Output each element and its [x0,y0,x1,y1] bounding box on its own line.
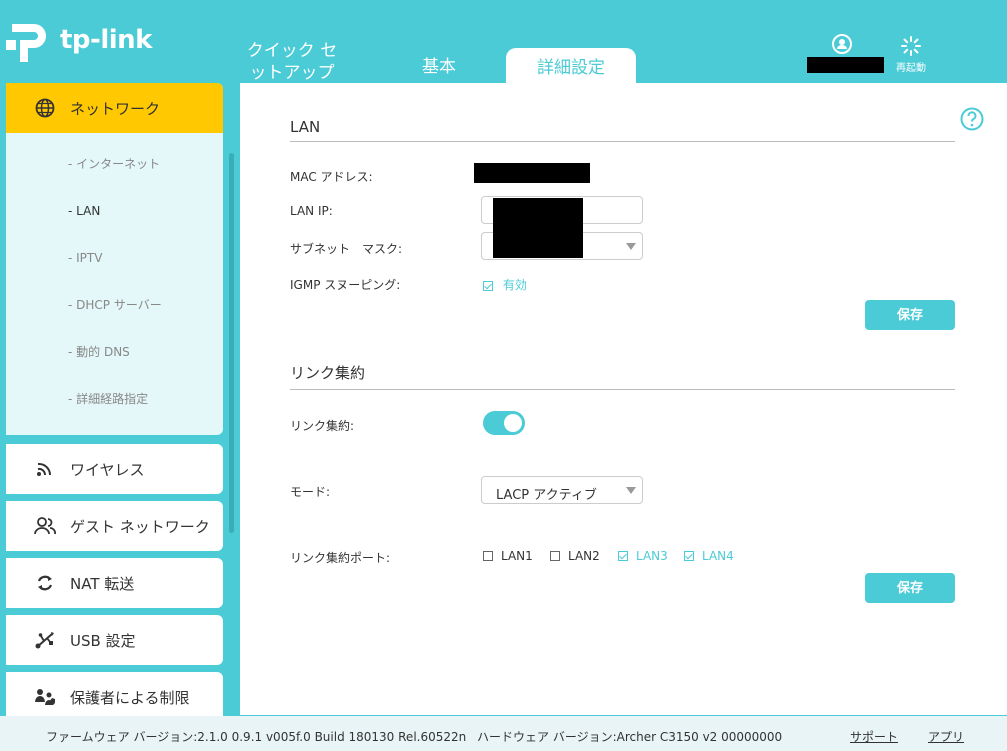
wifi-icon [30,461,60,477]
chevron-down-icon [626,243,636,250]
sidebar-subitem-dhcp[interactable]: - DHCP サーバー [6,282,223,329]
mac-address-value-redacted [474,163,590,183]
subnet-mask-label: サブネット マスク: [290,242,403,256]
tab-basic[interactable]: 基本 [384,41,494,84]
sidebar-wireless-label: ワイヤレス [70,460,145,479]
link-agg-section-title: リンク集約 [290,364,366,382]
port-lan2-label: LAN2 [568,549,600,563]
chevron-down-icon [626,487,636,494]
link-agg-save-button[interactable]: 保存 [865,573,955,603]
sidebar-subitem-iptv[interactable]: - IPTV [6,235,223,282]
lan-section-divider [290,141,955,142]
usb-icon [30,631,60,649]
sidebar-subitem-ddns[interactable]: - 動的 DNS [6,329,223,376]
help-icon[interactable] [960,107,984,135]
port-lan4-label: LAN4 [702,549,734,563]
checkbox-unchecked-icon [550,551,560,561]
sidebar-subitem-lan[interactable]: - LAN [6,188,223,235]
lan-ip-mask-redacted [493,198,583,258]
globe-icon [30,98,60,118]
footer: ファームウェア バージョン:2.1.0 0.9.1 v005f.0 Build … [0,716,1007,751]
main-content: LAN MAC アドレス: LAN IP: サブネット マスク: IGMP スヌ… [240,83,1007,715]
sidebar-network-label: ネットワーク [70,99,161,118]
hardware-version: ハードウェア バージョン:Archer C3150 v2 00000000 [477,730,783,744]
network-submenu: - インターネット - LAN - IPTV - DHCP サーバー - 動的 … [6,133,223,423]
app-link[interactable]: アプリ [928,728,964,745]
igmp-snooping-checkbox[interactable]: 有効 [483,276,527,293]
mode-select-value: LACP アクティブ [496,488,597,503]
top-right-controls: 再起動 [807,0,1007,80]
nat-arrows-icon [30,574,60,592]
port-lan4-checkbox[interactable]: LAN4 [684,549,734,563]
firmware-version: ファームウェア バージョン:2.1.0 0.9.1 v005f.0 Build … [46,730,467,744]
sidebar-scrollbar[interactable] [229,153,234,533]
sidebar-item-parental[interactable]: 保護者による制限 [6,672,223,716]
support-link[interactable]: サポート [850,728,898,745]
tab-advanced[interactable]: 詳細設定 [506,48,636,84]
sidebar-item-usb[interactable]: USB 設定 [6,615,223,665]
port-lan2-checkbox[interactable]: LAN2 [550,549,600,563]
sidebar-item-nat[interactable]: NAT 転送 [6,558,223,608]
mode-label: モード: [290,485,331,499]
checkbox-checked-icon [483,280,493,291]
port-lan1-checkbox[interactable]: LAN1 [483,549,533,563]
sidebar-guest-label: ゲスト ネットワーク [70,517,210,536]
lan-ip-label: LAN IP: [290,204,333,218]
guest-users-icon [30,517,60,535]
tab-quick-setup[interactable]: クイック セットアップ [240,40,344,84]
tp-link-logo-icon [6,16,54,64]
sidebar-item-network[interactable]: ネットワーク [6,83,223,133]
sidebar: ネットワーク - インターネット - LAN - IPTV - DHCP サーバ… [0,83,238,716]
sidebar-group-network: ネットワーク - インターネット - LAN - IPTV - DHCP サーバ… [6,83,223,435]
toggle-knob [504,414,522,432]
link-agg-toggle-label: リンク集約: [290,419,355,433]
main-tabs: クイック セットアップ 基本 詳細設定 [240,40,636,84]
port-lan3-checkbox[interactable]: LAN3 [618,549,668,563]
sidebar-subitem-routing[interactable]: - 詳細経路指定 [6,376,223,423]
logo-text: tp-link [60,25,152,55]
reboot-icon [901,36,921,56]
igmp-snooping-value: 有効 [502,278,527,292]
parental-icon [30,688,60,706]
redacted-username [807,57,884,73]
link-agg-toggle[interactable] [483,411,525,435]
port-lan1-label: LAN1 [501,549,533,563]
link-agg-ports-label: リンク集約ポート: [290,551,391,565]
reboot-button[interactable]: 再起動 [893,35,929,74]
lan-save-button[interactable]: 保存 [865,300,955,330]
admin-user-icon[interactable] [831,33,853,55]
sidebar-item-guest-network[interactable]: ゲスト ネットワーク [6,501,223,551]
lan-section-title: LAN [290,118,321,136]
mac-address-label: MAC アドレス: [290,170,373,184]
sidebar-item-wireless[interactable]: ワイヤレス [6,444,223,494]
port-lan3-label: LAN3 [636,549,668,563]
sidebar-usb-label: USB 設定 [70,631,136,650]
sidebar-nat-label: NAT 転送 [70,574,135,593]
reboot-label: 再起動 [896,63,926,74]
checkbox-unchecked-icon [483,551,493,561]
sidebar-parental-label: 保護者による制限 [70,688,190,707]
mode-select[interactable]: LACP アクティブ [481,476,643,504]
sidebar-subitem-internet[interactable]: - インターネット [6,141,223,188]
checkbox-checked-icon [618,551,628,561]
tp-link-logo: tp-link [6,16,152,64]
link-agg-section-divider [290,389,955,390]
checkbox-checked-icon [684,551,694,561]
igmp-snooping-label: IGMP スヌーピング: [290,278,401,292]
